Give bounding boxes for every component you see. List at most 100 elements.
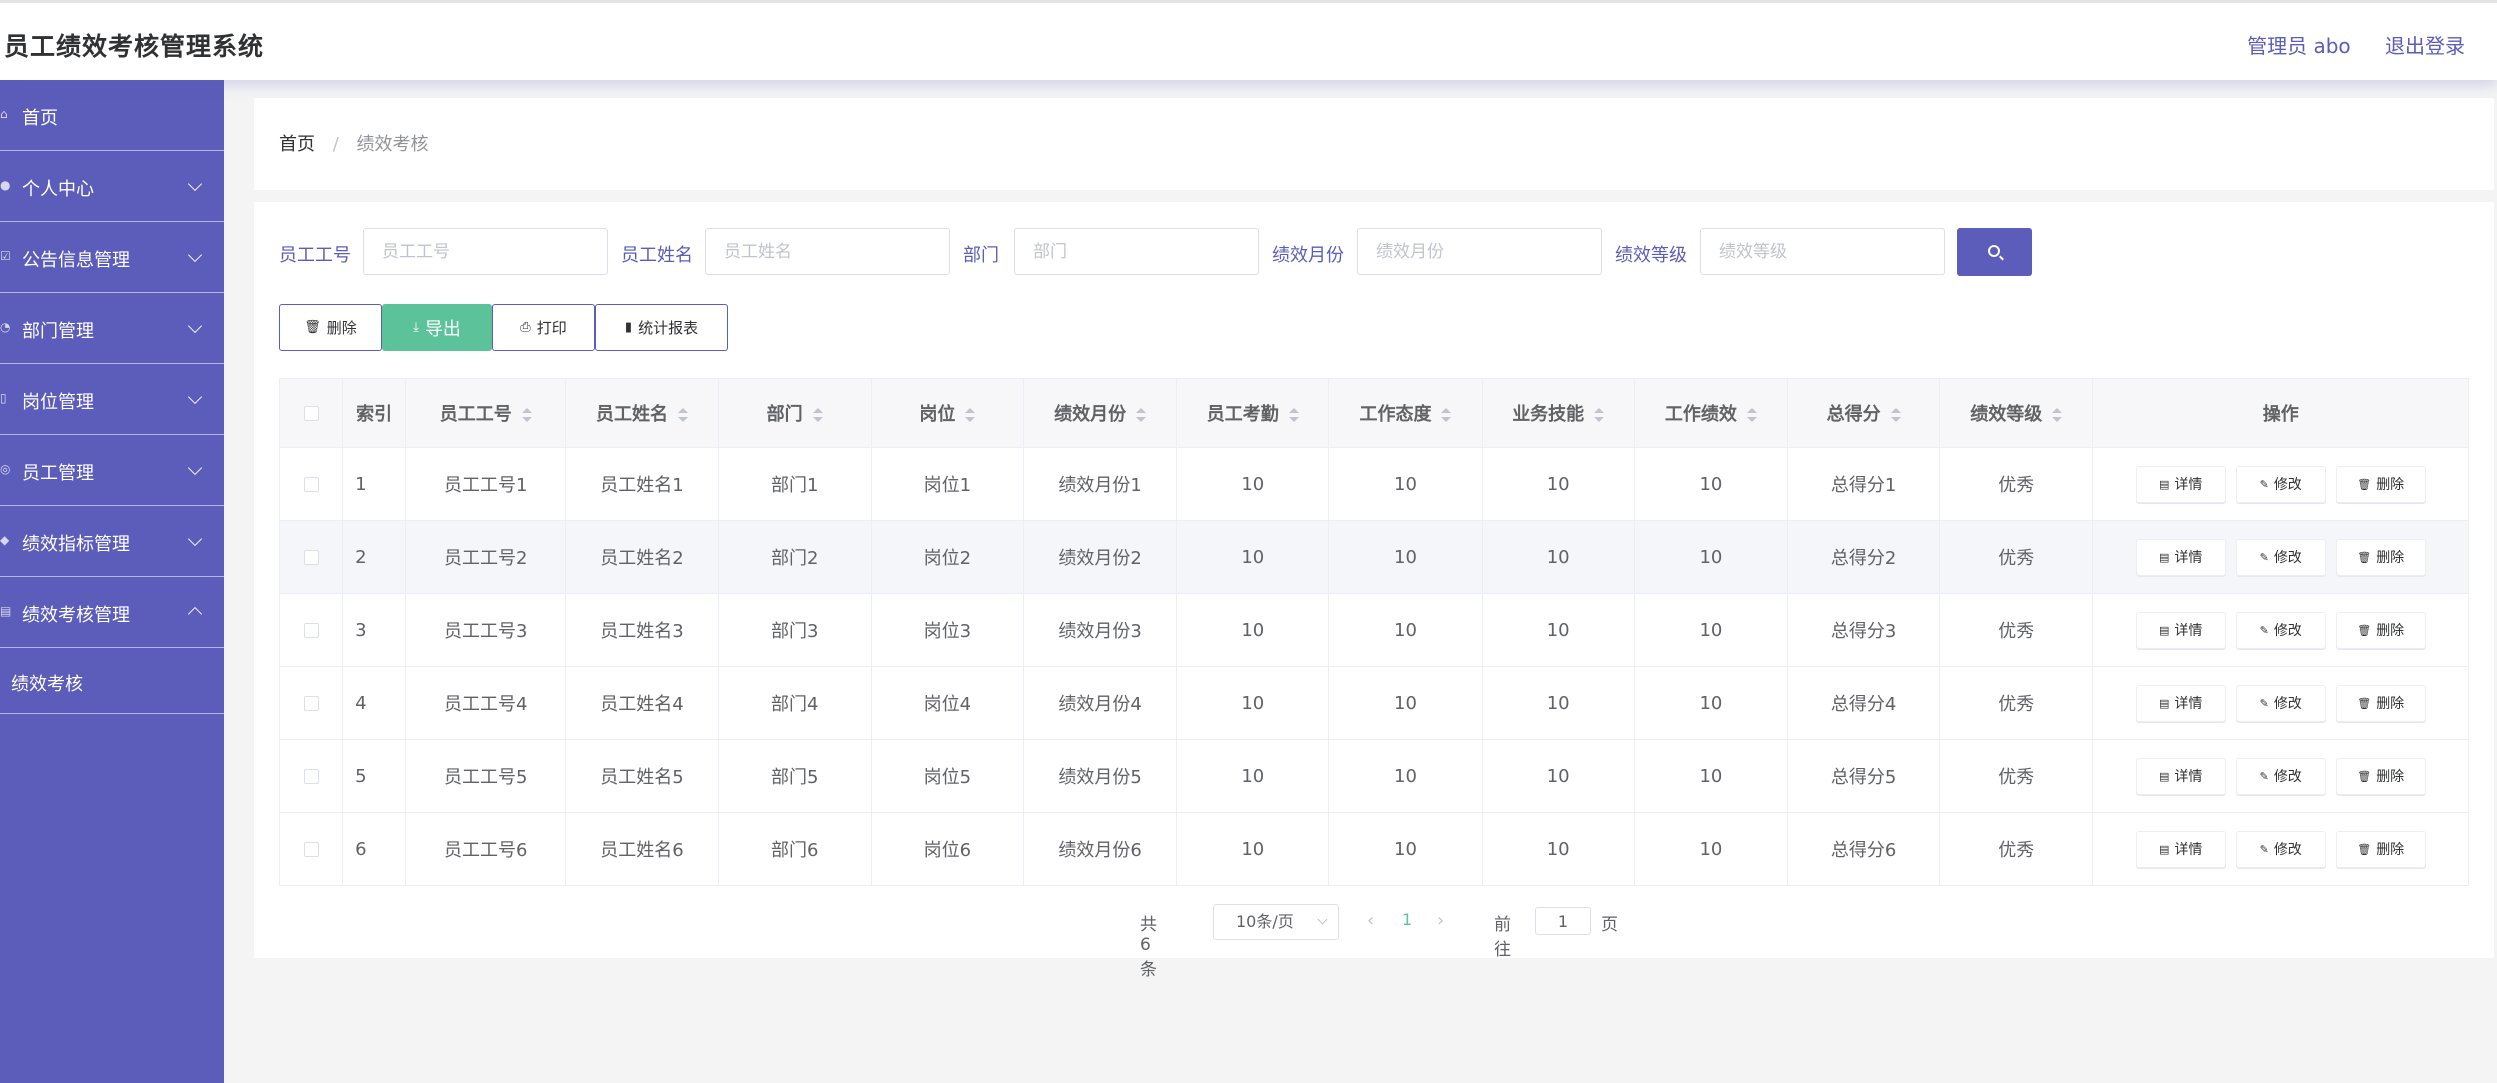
row-delete-button-label: 删除	[2376, 623, 2405, 639]
table-row[interactable]: 3 员工工号3 员工姓名3 部门3 岗位3 绩效月份3 10 10 10 10 总得分3 优秀 ▤ 详情 ✎…	[278, 593, 2469, 667]
print-button[interactable]: ⎙ 打印	[492, 304, 595, 351]
goto-page-input[interactable]	[1535, 907, 1591, 935]
cell-total-score: 总得分4	[1786, 666, 1941, 740]
row-delete-button[interactable]: 🗑 删除	[2335, 465, 2426, 503]
detail-button[interactable]: ▤ 详情	[2135, 538, 2226, 576]
goto-label: 前往	[1494, 915, 1511, 960]
assessment-icon: ▤	[0, 604, 12, 618]
sort-icon[interactable]	[521, 408, 532, 422]
cell-position: 岗位4	[870, 666, 1024, 740]
detail-button[interactable]: ▤ 详情	[2135, 684, 2226, 722]
cell-attendance: 10	[1176, 447, 1330, 521]
row-checkbox[interactable]	[303, 550, 319, 565]
row-checkbox[interactable]	[303, 769, 319, 784]
row-delete-button[interactable]: 🗑 删除	[2335, 684, 2426, 722]
detail-button[interactable]: ▤ 详情	[2135, 465, 2226, 503]
employee-no-input[interactable]	[363, 228, 608, 275]
row-checkbox[interactable]	[303, 696, 319, 711]
col-attitude[interactable]: 工作态度	[1328, 378, 1483, 448]
sidebar-item-notice-management[interactable]: ☑ 公告信息管理	[0, 222, 224, 293]
employee-name-input[interactable]	[705, 228, 950, 275]
row-delete-button[interactable]: 🗑 删除	[2335, 830, 2426, 868]
cell-attitude: 10	[1328, 447, 1483, 521]
pencil-icon: ✎	[2259, 550, 2269, 564]
sort-icon[interactable]	[812, 408, 823, 422]
chevron-down-icon	[187, 176, 203, 192]
breadcrumb-home[interactable]: 首页	[279, 134, 315, 155]
sort-icon[interactable]	[1288, 408, 1299, 422]
col-grade[interactable]: 绩效等级	[1939, 378, 2094, 448]
sidebar-item-home[interactable]: ⌂ 首页	[0, 80, 224, 151]
row-actions: ▤ 详情 ✎ 修改 🗑 删除	[2094, 830, 2468, 868]
sort-icon[interactable]	[1441, 408, 1452, 422]
detail-button[interactable]: ▤ 详情	[2135, 757, 2226, 795]
prev-page-button[interactable]: ‹	[1367, 910, 1374, 931]
detail-button[interactable]: ▤ 详情	[2135, 611, 2226, 649]
col-total-score[interactable]: 总得分	[1786, 378, 1941, 448]
sort-icon[interactable]	[1136, 408, 1147, 422]
edit-button[interactable]: ✎ 修改	[2235, 538, 2326, 576]
row-delete-button[interactable]: 🗑 删除	[2335, 757, 2426, 795]
edit-button[interactable]: ✎ 修改	[2235, 757, 2326, 795]
sort-icon[interactable]	[1746, 408, 1757, 422]
col-employee-name[interactable]: 员工姓名	[565, 378, 719, 448]
table-row[interactable]: 5 员工工号5 员工姓名5 部门5 岗位5 绩效月份5 10 10 10 10 总得分5 优秀 ▤ 详情 ✎…	[278, 739, 2469, 813]
sort-icon[interactable]	[1890, 408, 1901, 422]
grade-input[interactable]	[1700, 228, 1945, 275]
search-button[interactable]	[1957, 228, 2032, 276]
pencil-icon: ✎	[2259, 696, 2269, 710]
page-size-select[interactable]: 10条/页	[1213, 904, 1339, 940]
sort-icon[interactable]	[2052, 408, 2063, 422]
row-checkbox[interactable]	[303, 623, 319, 638]
cell-department: 部门4	[717, 666, 872, 740]
month-input[interactable]	[1357, 228, 1602, 275]
col-performance[interactable]: 工作绩效	[1633, 378, 1789, 448]
trash-icon: 🗑	[2357, 696, 2372, 710]
cell-performance: 10	[1633, 666, 1789, 740]
edit-button[interactable]: ✎ 修改	[2235, 611, 2326, 649]
col-skill[interactable]: 业务技能	[1481, 378, 1635, 448]
sidebar-item-personal-center[interactable]: ● 个人中心	[0, 151, 224, 222]
row-delete-button[interactable]: 🗑 删除	[2335, 538, 2426, 576]
detail-button-label: 详情	[2174, 623, 2203, 639]
row-delete-button[interactable]: 🗑 删除	[2335, 611, 2426, 649]
table-row[interactable]: 4 员工工号4 员工姓名4 部门4 岗位4 绩效月份4 10 10 10 10 总得分4 优秀 ▤ 详情 ✎…	[278, 666, 2469, 740]
sort-icon[interactable]	[1594, 408, 1605, 422]
col-position[interactable]: 岗位	[870, 378, 1024, 448]
cell-attitude: 10	[1328, 812, 1483, 886]
sidebar-item-assessment-management[interactable]: ▤ 绩效考核管理	[0, 577, 224, 648]
table-row[interactable]: 2 员工工号2 员工姓名2 部门2 岗位2 绩效月份2 10 10 10 10 总得分2 优秀 ▤ 详情 ✎…	[278, 520, 2469, 594]
export-button[interactable]: ⤓ 导出	[382, 304, 492, 351]
cell-index: 5	[342, 739, 407, 813]
next-page-button[interactable]: ›	[1437, 910, 1444, 931]
table-row[interactable]: 1 员工工号1 员工姓名1 部门1 岗位1 绩效月份1 10 10 10 10 总得分1 优秀 ▤ 详情 ✎…	[278, 447, 2469, 521]
edit-button-label: 修改	[2273, 769, 2302, 785]
edit-button[interactable]: ✎ 修改	[2235, 465, 2326, 503]
col-attendance[interactable]: 员工考勤	[1176, 378, 1330, 448]
sidebar-item-employee-management[interactable]: ◎ 员工管理	[0, 435, 224, 506]
edit-button[interactable]: ✎ 修改	[2235, 684, 2326, 722]
col-employee-no[interactable]: 员工工号	[405, 378, 567, 448]
row-checkbox[interactable]	[303, 842, 319, 857]
edit-button[interactable]: ✎ 修改	[2235, 830, 2326, 868]
table-row[interactable]: 6 员工工号6 员工姓名6 部门6 岗位6 绩效月份6 10 10 10 10 总得分6 优秀 ▤ 详情 ✎…	[278, 812, 2469, 886]
logout-link[interactable]: 退出登录	[2385, 34, 2465, 58]
sidebar-item-department-management[interactable]: ◔ 部门管理	[0, 293, 224, 364]
department-input[interactable]	[1014, 228, 1259, 275]
sidebar-item-indicator-management[interactable]: ◆ 绩效指标管理	[0, 506, 224, 577]
row-checkbox[interactable]	[303, 477, 319, 492]
sort-icon[interactable]	[965, 408, 976, 422]
document-icon: ▤	[2159, 842, 2170, 856]
row-delete-button-label: 删除	[2376, 842, 2405, 858]
col-department[interactable]: 部门	[717, 378, 872, 448]
select-all-checkbox[interactable]	[303, 406, 319, 421]
report-button[interactable]: ▮ 统计报表	[595, 304, 728, 351]
sidebar-item-position-management[interactable]: ▯ 岗位管理	[0, 364, 224, 435]
detail-button[interactable]: ▤ 详情	[2135, 830, 2226, 868]
sort-icon[interactable]	[677, 408, 688, 422]
delete-button[interactable]: 🗑 删除	[279, 304, 382, 351]
trash-icon: 🗑	[2357, 769, 2372, 783]
col-month[interactable]: 绩效月份	[1022, 378, 1178, 448]
sidebar-subitem-assessment[interactable]: 绩效考核	[0, 648, 224, 714]
page-number-1[interactable]: 1	[1402, 910, 1412, 929]
